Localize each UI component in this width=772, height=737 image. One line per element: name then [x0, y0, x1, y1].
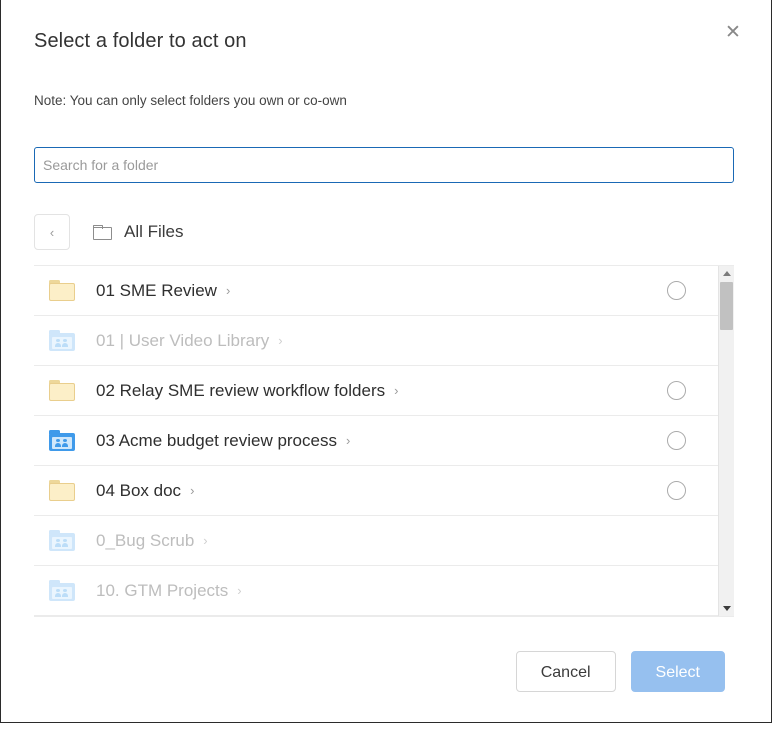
- back-button[interactable]: ‹: [34, 214, 70, 250]
- cancel-button[interactable]: Cancel: [515, 651, 616, 692]
- list-item: 01 | User Video Library ›: [34, 316, 718, 366]
- chevron-right-icon: ›: [278, 333, 283, 348]
- list-item-label: 0_Bug Scrub: [96, 530, 195, 550]
- select-folder-radio[interactable]: [667, 381, 686, 400]
- chevron-right-icon[interactable]: ›: [190, 484, 194, 497]
- shared-folder-icon: [49, 530, 75, 551]
- search-field-wrapper: [34, 147, 734, 183]
- folder-list-scroll-area: 01 SME Review › 01 | User Video Library › 02…: [34, 266, 718, 616]
- dialog-footer: Cancel Select: [515, 651, 725, 692]
- list-item-label: 10. GTM Projects: [96, 580, 229, 600]
- list-item[interactable]: 04 Box doc ›: [34, 466, 718, 516]
- page-title: Select a folder to act on: [34, 30, 247, 52]
- list-item-label: 02 Relay SME review workflow folders: [96, 380, 386, 400]
- list-item-label: 03 Acme budget review process: [96, 430, 337, 450]
- list-item: 0_Bug Scrub ›: [34, 516, 718, 566]
- breadcrumb-current: All Files: [124, 222, 184, 241]
- radio-placeholder: [667, 531, 686, 550]
- select-folder-radio[interactable]: [667, 281, 686, 300]
- folder-list: 01 SME Review › 01 | User Video Library › 02…: [34, 265, 734, 617]
- breadcrumb: ‹ All Files: [34, 213, 184, 251]
- radio-placeholder: [667, 581, 686, 600]
- list-item-label: 01 SME Review: [96, 280, 217, 300]
- radio-placeholder: [667, 331, 686, 350]
- scrollbar-thumb[interactable]: [720, 282, 733, 330]
- select-button[interactable]: Select: [630, 651, 725, 692]
- select-folder-radio[interactable]: [667, 431, 686, 450]
- select-folder-radio[interactable]: [667, 481, 686, 500]
- shared-folder-icon: [49, 580, 75, 601]
- folder-icon: [49, 480, 75, 501]
- chevron-right-icon[interactable]: ›: [226, 284, 230, 297]
- chevron-right-icon[interactable]: ›: [346, 434, 350, 447]
- chevron-right-icon: ›: [203, 533, 208, 548]
- search-input[interactable]: [34, 147, 734, 183]
- chevron-right-icon: ›: [237, 583, 242, 598]
- folder-picker-dialog: ✕ Select a folder to act on Note: You ca…: [0, 0, 772, 723]
- list-item[interactable]: 02 Relay SME review workflow folders ›: [34, 366, 718, 416]
- folder-icon: [49, 280, 75, 301]
- list-item-label: 04 Box doc: [96, 480, 182, 500]
- shared-folder-icon: [49, 330, 75, 351]
- folder-outline-icon: [93, 224, 112, 240]
- list-item-label: 01 | User Video Library: [96, 330, 270, 350]
- list-item[interactable]: 03 Acme budget review process ›: [34, 416, 718, 466]
- scroll-down-arrow-icon[interactable]: [719, 601, 734, 616]
- folder-list-scrollbar[interactable]: [718, 266, 734, 616]
- dialog-note: Note: You can only select folders you ow…: [34, 93, 347, 108]
- chevron-right-icon[interactable]: ›: [394, 384, 398, 397]
- close-icon[interactable]: ✕: [721, 20, 745, 44]
- scroll-up-arrow-icon[interactable]: [719, 266, 734, 281]
- folder-icon: [49, 380, 75, 401]
- shared-folder-icon: [49, 430, 75, 451]
- list-item: 10. GTM Projects ›: [34, 566, 718, 616]
- list-item[interactable]: 01 SME Review ›: [34, 266, 718, 316]
